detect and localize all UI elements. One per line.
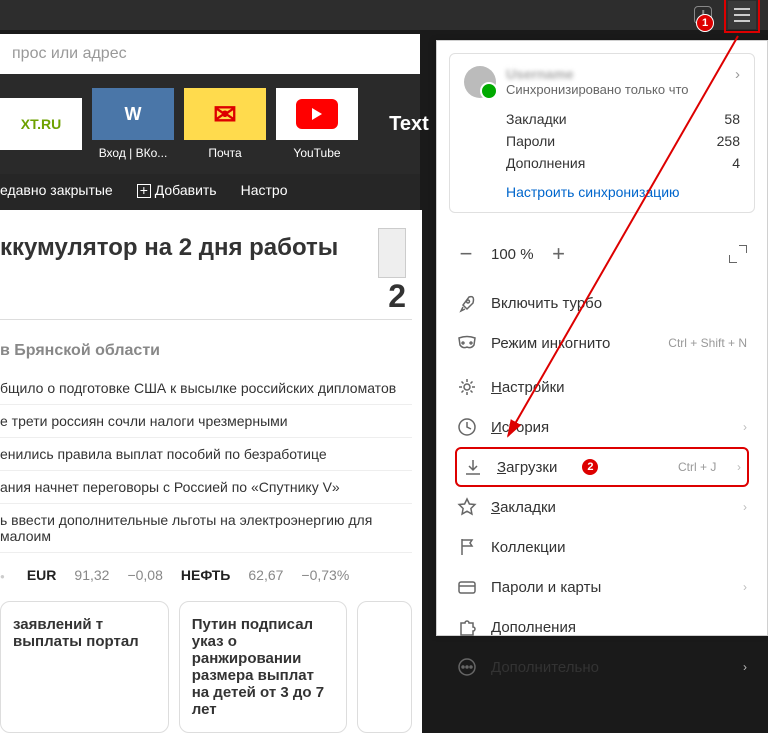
speed-dial-row: XT.RU W Вход | ВКо... ✉ Почта YouTube Te… [0, 74, 420, 174]
menu-downloads-label: Загрузки [497, 459, 557, 476]
address-input[interactable]: прос или адрес [0, 34, 420, 74]
bookmark-label-vk: Вход | ВКо... [99, 146, 168, 160]
news-list: бщило о подготовке США к высылке российс… [0, 372, 412, 553]
flag-icon [457, 537, 477, 557]
sync-addons-count: 4 [732, 155, 740, 171]
menu-incognito-label: Режим инкогнито [491, 335, 610, 352]
chevron-right-icon: › [730, 460, 741, 474]
eur-delta: −0,08 [127, 567, 162, 583]
bookmark-vk[interactable]: W Вход | ВКо... [92, 86, 174, 162]
news-card[interactable]: заявлений т выплаты портал [0, 601, 169, 733]
dots-icon [457, 657, 477, 677]
chevron-right-icon: › [743, 500, 747, 514]
ad-image [378, 228, 406, 278]
sync-status: Синхронизировано только что [506, 82, 725, 97]
zoom-in-button[interactable]: + [550, 241, 568, 267]
chevron-right-icon: › [743, 660, 747, 674]
star-icon [457, 497, 477, 517]
bookmark-label-youtube: YouTube [293, 146, 340, 160]
puzzle-icon [457, 617, 477, 637]
news-item[interactable]: ания начнет переговоры с Россией по «Спу… [0, 471, 412, 504]
menu-bookmarks[interactable]: Закладки › [437, 487, 767, 527]
menu-more-label: Дополнительно [491, 659, 599, 676]
menu-downloads[interactable]: Загрузки 2 Ctrl + J › [457, 449, 747, 485]
recently-closed[interactable]: едавно закрытые [0, 182, 113, 198]
menu-history[interactable]: История › [437, 407, 767, 447]
avatar[interactable] [464, 66, 496, 98]
sync-username: Username [506, 66, 725, 82]
oil-value: 62,67 [248, 567, 283, 583]
news-item[interactable]: е трети россиян сочли налоги чрезмерными [0, 405, 412, 438]
menu-history-label: История [491, 419, 549, 436]
zoom-controls: − 100 % + [437, 229, 767, 279]
mask-icon [457, 333, 477, 353]
news-item[interactable]: енились правила выплат пособий по безраб… [0, 438, 412, 471]
sync-addons-label: Дополнения [506, 155, 585, 171]
menu-collections-label: Коллекции [491, 539, 566, 556]
sync-card: Username Синхронизировано только что › З… [449, 53, 755, 213]
card-icon [457, 577, 477, 597]
menu-passwords[interactable]: Пароли и карты › [437, 567, 767, 607]
ad-number: 2 [388, 278, 406, 315]
plus-icon [137, 184, 151, 198]
zoom-value: 100 % [491, 246, 534, 263]
download-icon [463, 457, 483, 477]
menu-incognito[interactable]: Режим инкогнито Ctrl + Shift + N [437, 323, 767, 363]
gear-icon [457, 377, 477, 397]
bookmark-icon-vk: W [92, 88, 174, 140]
sync-passwords-count: 258 [717, 133, 740, 149]
menu-collections[interactable]: Коллекции [437, 527, 767, 567]
annotation-badge-1: 1 [696, 14, 714, 32]
sync-settings-link[interactable]: Настроить синхронизацию [506, 184, 740, 200]
bookmark-youtube[interactable]: YouTube [276, 86, 358, 162]
menu-button[interactable] [728, 1, 756, 29]
annotation-badge-2: 2 [581, 458, 599, 476]
bookmark-label-mail: Почта [208, 146, 241, 160]
menu-turbo[interactable]: Включить турбо [437, 283, 767, 323]
menu-downloads-shortcut: Ctrl + J [678, 460, 716, 474]
fullscreen-icon[interactable] [729, 245, 747, 263]
eur-label: EUR [27, 567, 57, 583]
address-placeholder: прос или адрес [12, 45, 127, 63]
bookmark-mail[interactable]: ✉ Почта [184, 86, 266, 162]
menu-addons-label: Дополнения [491, 619, 576, 636]
add-bookmark[interactable]: Добавить [137, 182, 217, 198]
bookmark-icon-textru: XT.RU [0, 98, 82, 150]
news-item[interactable]: ь ввести дополнительные льготы на электр… [0, 504, 412, 553]
menu-addons[interactable]: Дополнения [437, 607, 767, 647]
bookmark-icon-mail: ✉ [184, 88, 266, 140]
oil-label: НЕФТЬ [181, 567, 230, 583]
menu-settings-label: Настройки [491, 379, 565, 396]
ad-headline: ккумулятор на 2 дня работы [0, 222, 412, 274]
chevron-right-icon[interactable]: › [735, 66, 740, 83]
annotation-downloads-highlight: Загрузки 2 Ctrl + J › [455, 447, 749, 487]
zoom-out-button[interactable]: − [457, 241, 475, 267]
menu-more[interactable]: Дополнительно › [437, 647, 767, 687]
chevron-right-icon: › [743, 420, 747, 434]
main-menu-panel: Username Синхронизировано только что › З… [436, 40, 768, 636]
settings-link[interactable]: Настро [241, 182, 288, 198]
menu-turbo-label: Включить турбо [491, 295, 602, 312]
news-card[interactable]: Путин подписал указ о ранжировании разме… [179, 601, 348, 733]
sync-bookmarks-label: Закладки [506, 111, 567, 127]
oil-pct: −0,73% [301, 567, 349, 583]
currency-ticker: EUR 91,32 −0,08 НЕФТЬ 62,67 −0,73% [0, 553, 412, 597]
rocket-icon [457, 293, 477, 313]
menu-settings[interactable]: Настройки [437, 367, 767, 407]
chevron-right-icon: › [743, 580, 747, 594]
sync-passwords-label: Пароли [506, 133, 555, 149]
menu-bookmarks-label: Закладки [491, 499, 556, 516]
history-icon [457, 417, 477, 437]
news-item[interactable]: бщило о подготовке США к высылке российс… [0, 372, 412, 405]
menu-incognito-shortcut: Ctrl + Shift + N [668, 336, 747, 350]
region-title: в Брянской области [0, 324, 412, 372]
sync-bookmarks-count: 58 [724, 111, 740, 127]
bookmark-textru[interactable]: XT.RU [0, 86, 82, 162]
annotation-menu-highlight [724, 0, 760, 33]
menu-passwords-label: Пароли и карты [491, 579, 601, 596]
news-card[interactable] [357, 601, 412, 733]
eur-value: 91,32 [74, 567, 109, 583]
bookmark-icon-youtube [276, 88, 358, 140]
